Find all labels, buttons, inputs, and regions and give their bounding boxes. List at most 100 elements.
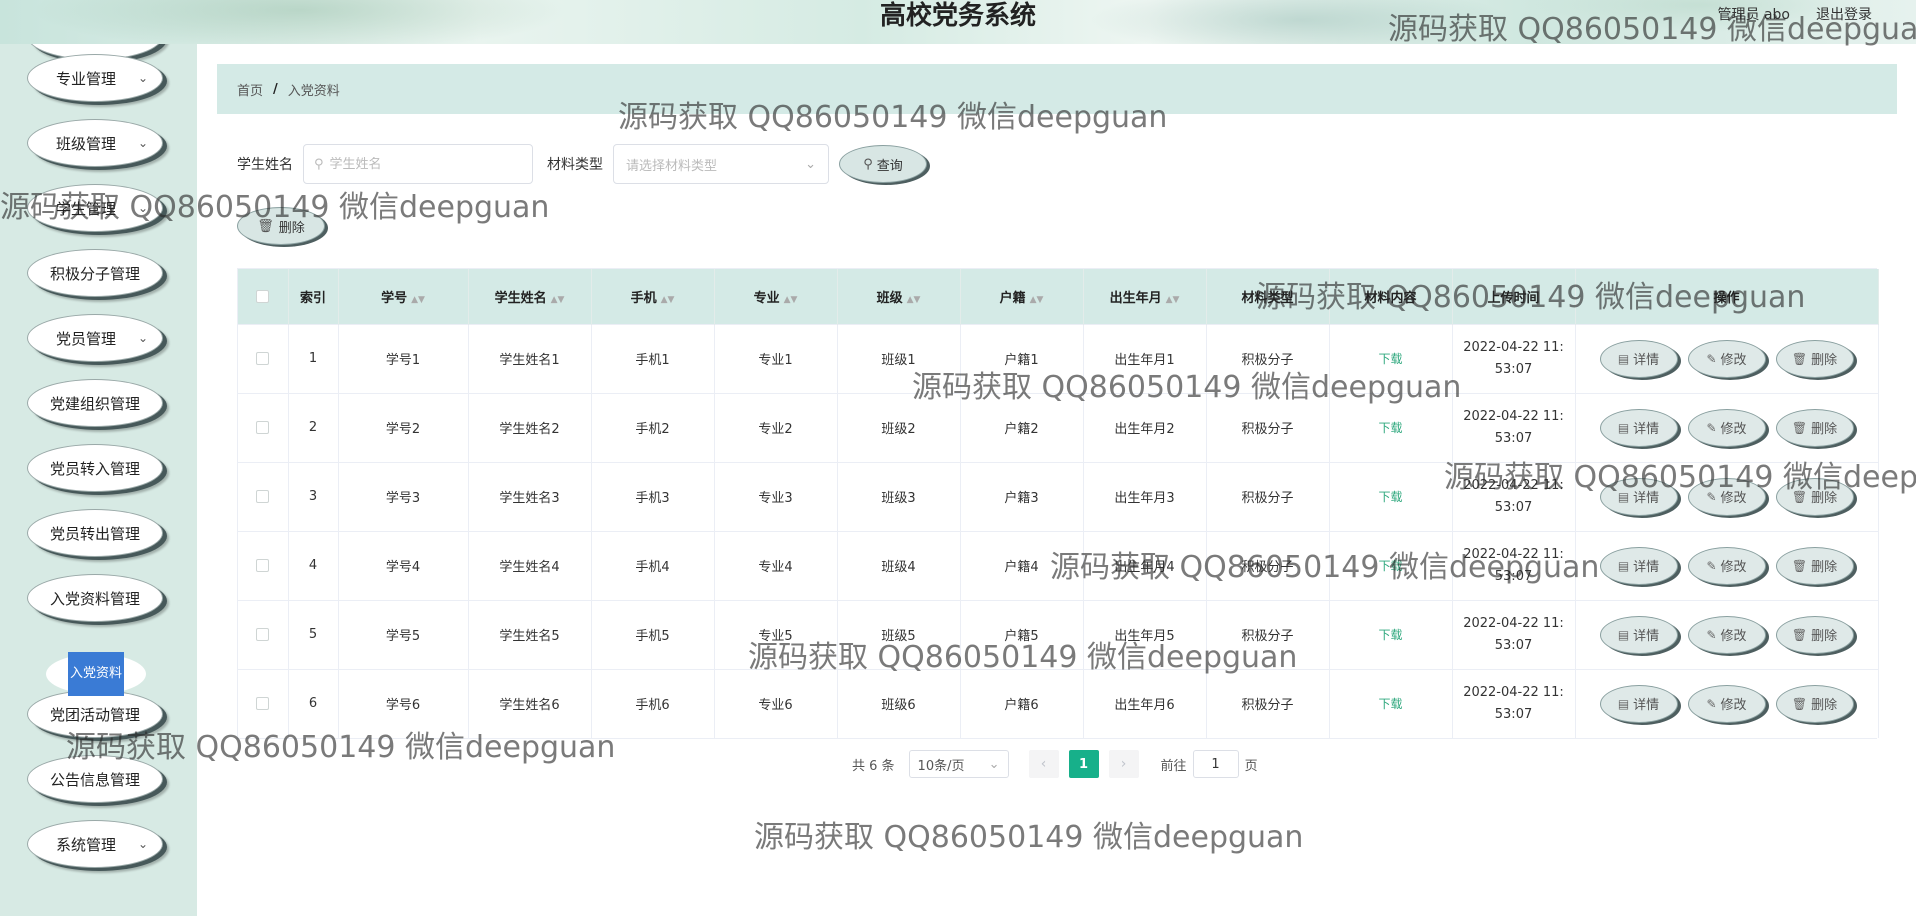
sidebar-item[interactable]: 系统管理 ⌄ <box>27 820 163 868</box>
download-link[interactable]: 下载 <box>1378 559 1402 573</box>
table-cell: 积极分子 <box>1206 530 1330 600</box>
column-header: 操作 <box>1575 269 1879 324</box>
select-all-header <box>238 269 289 324</box>
material-type-select[interactable]: 请选择材料类型 ⌄ <box>613 144 829 184</box>
download-link[interactable]: 下载 <box>1378 352 1402 366</box>
student-name-field[interactable]: ⚲ <box>303 144 533 184</box>
document-icon: ▤ <box>1617 351 1630 366</box>
query-button[interactable]: ⚲ 查询 <box>839 145 927 183</box>
pencil-icon: ✎ <box>1706 627 1717 642</box>
sidebar-item-label: 学生管理 <box>55 199 116 218</box>
breadcrumb-home[interactable]: 首页 <box>237 80 263 99</box>
delete-button[interactable]: 🗑 删除 <box>1775 408 1854 447</box>
sort-icon[interactable]: ▲▼ <box>784 295 798 305</box>
detail-button[interactable]: ▤ 详情 <box>1599 546 1678 585</box>
row-checkbox[interactable] <box>256 421 270 434</box>
sort-icon[interactable]: ▲▼ <box>661 295 675 305</box>
sidebar-subitem-active[interactable]: 入党资料 <box>46 652 146 696</box>
logout-link[interactable]: 退出登录 <box>1816 0 1872 30</box>
page-size-value: 10条/页 <box>917 758 965 774</box>
sidebar-item[interactable]: 党员管理 ⌄ <box>27 314 163 362</box>
page-size-select[interactable]: 10条/页 ⌄ <box>908 750 1009 778</box>
prev-page-button[interactable]: ‹ <box>1028 750 1059 778</box>
sort-icon[interactable]: ▲▼ <box>551 295 565 305</box>
goto-page-input[interactable]: 1 <box>1192 750 1239 778</box>
batch-delete-button[interactable]: 🗑 删除 <box>237 207 325 245</box>
sidebar-item[interactable]: 专业管理 ⌄ <box>27 54 163 102</box>
edit-button[interactable]: ✎ 修改 <box>1687 546 1766 585</box>
download-link[interactable]: 下载 <box>1378 421 1402 435</box>
sidebar-item-label: 党员转入管理 <box>49 459 140 478</box>
pencil-icon: ✎ <box>1706 351 1717 366</box>
upload-time-date: 2022-04-22 11: <box>1463 684 1564 700</box>
sidebar-item[interactable]: 党团活动管理 <box>27 690 163 738</box>
detail-button[interactable]: ▤ 详情 <box>1599 615 1678 654</box>
sort-icon[interactable]: ▲▼ <box>1030 295 1044 305</box>
detail-button[interactable]: ▤ 详情 <box>1599 477 1678 516</box>
sidebar-item[interactable]: 班级管理 ⌄ <box>27 119 163 167</box>
column-header[interactable]: 出生年月 ▲▼ <box>1083 269 1207 324</box>
row-checkbox[interactable] <box>256 697 270 711</box>
sidebar-item[interactable]: 入党资料管理 <box>27 574 163 622</box>
table-cell: 专业1 <box>714 323 838 393</box>
page-number-current[interactable]: 1 <box>1068 750 1099 778</box>
row-checkbox[interactable] <box>256 628 270 641</box>
detail-button-label: 详情 <box>1633 422 1660 437</box>
upload-time-clock: 53:07 <box>1494 637 1533 653</box>
column-header[interactable]: 专业 ▲▼ <box>714 269 838 324</box>
edit-button-label: 修改 <box>1720 560 1747 575</box>
table-cell: 专业5 <box>714 599 838 669</box>
detail-button[interactable]: ▤ 详情 <box>1599 339 1678 378</box>
sidebar-item-label: 党建组织管理 <box>49 394 140 413</box>
column-header[interactable]: 户籍 ▲▼ <box>960 269 1084 324</box>
edit-button[interactable]: ✎ 修改 <box>1687 615 1766 654</box>
table-cell: 学号6 <box>338 668 469 738</box>
column-header-label: 学生姓名 <box>494 290 547 306</box>
download-link[interactable]: 下载 <box>1378 628 1402 642</box>
delete-button[interactable]: 🗑 删除 <box>1775 477 1854 516</box>
column-header[interactable]: 班级 ▲▼ <box>837 269 961 324</box>
sort-icon[interactable]: ▲▼ <box>907 295 921 305</box>
sidebar-item[interactable]: 党建组织管理 <box>27 379 163 427</box>
sort-icon[interactable]: ▲▼ <box>1166 295 1180 305</box>
next-page-button[interactable]: › <box>1108 750 1139 778</box>
edit-button[interactable]: ✎ 修改 <box>1687 477 1766 516</box>
column-header-label: 操作 <box>1713 290 1740 306</box>
download-link[interactable]: 下载 <box>1378 697 1402 711</box>
search-icon: ⚲ <box>863 156 873 172</box>
sidebar-item[interactable]: 学生管理 ⌄ <box>27 184 163 232</box>
sidebar-item[interactable]: 党员转入管理 <box>27 444 163 492</box>
document-icon: ▤ <box>1617 558 1630 573</box>
delete-button[interactable]: 🗑 删除 <box>1775 684 1854 723</box>
sort-icon[interactable]: ▲▼ <box>411 295 425 305</box>
chevron-down-icon: ⌄ <box>137 136 148 150</box>
row-checkbox[interactable] <box>256 490 270 503</box>
detail-button[interactable]: ▤ 详情 <box>1599 408 1678 447</box>
row-select-cell <box>238 323 289 393</box>
table-row: 3 学号3 学生姓名3 手机3 专业3 班级3 户籍3 出生年月3 积极分子 下载 2022-04-… <box>238 461 1879 531</box>
edit-button[interactable]: ✎ 修改 <box>1687 684 1766 723</box>
student-name-input[interactable] <box>329 156 510 172</box>
column-header[interactable]: 学号 ▲▼ <box>338 269 469 324</box>
edit-button[interactable]: ✎ 修改 <box>1687 339 1766 378</box>
column-header[interactable]: 手机 ▲▼ <box>591 269 715 324</box>
sidebar-item[interactable]: 公告信息管理 <box>27 755 163 803</box>
detail-button[interactable]: ▤ 详情 <box>1599 684 1678 723</box>
download-link[interactable]: 下载 <box>1378 490 1402 504</box>
sidebar-item[interactable]: 积极分子管理 <box>27 249 163 297</box>
delete-button[interactable]: 🗑 删除 <box>1775 546 1854 585</box>
table-cell: 学号5 <box>338 599 469 669</box>
select-all-checkbox[interactable] <box>256 289 270 303</box>
column-header: 材料内容 <box>1329 269 1453 324</box>
delete-button-label: 删除 <box>1811 491 1838 506</box>
column-header[interactable]: 学生姓名 ▲▼ <box>468 269 592 324</box>
query-button-label: 查询 <box>876 158 903 174</box>
edit-button[interactable]: ✎ 修改 <box>1687 408 1766 447</box>
upload-time-cell: 2022-04-22 11: 53:07 <box>1452 599 1576 669</box>
column-header-label: 班级 <box>876 290 903 306</box>
delete-button[interactable]: 🗑 删除 <box>1775 615 1854 654</box>
sidebar-item[interactable]: 党员转出管理 <box>27 509 163 557</box>
row-checkbox[interactable] <box>256 352 270 365</box>
row-checkbox[interactable] <box>256 559 270 572</box>
delete-button[interactable]: 🗑 删除 <box>1775 339 1854 378</box>
